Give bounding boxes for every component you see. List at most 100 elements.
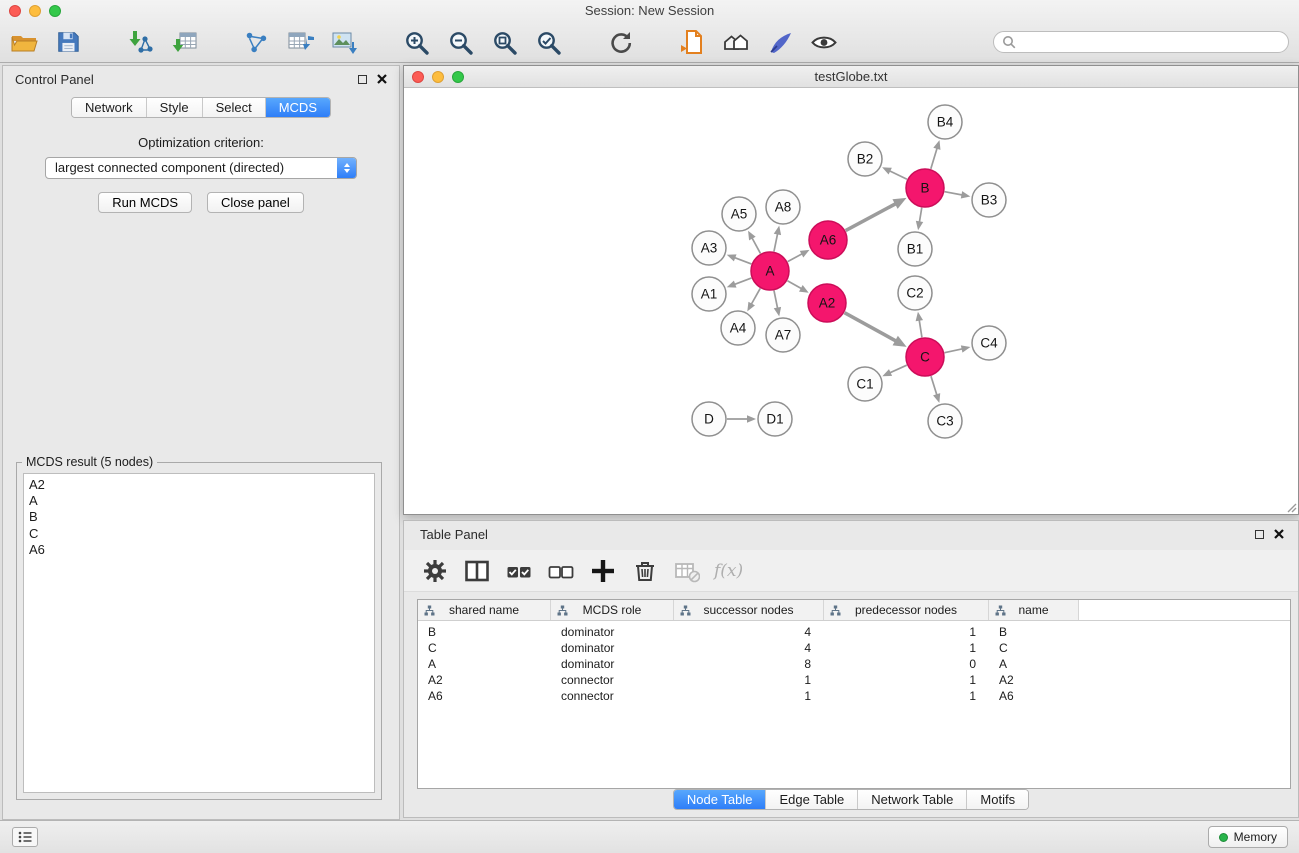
graph-edge-B-B2[interactable] xyxy=(889,171,907,180)
search-input[interactable] xyxy=(1021,35,1280,49)
network-canvas[interactable]: AA6A2BCA5A8A3A1A4A7B2B4B3B1C2C1C4C3DD1 xyxy=(404,88,1298,514)
new-network-icon[interactable] xyxy=(240,25,272,59)
graph-node-A2[interactable]: A2 xyxy=(808,284,846,322)
zoom-in-icon[interactable] xyxy=(400,25,432,59)
save-session-icon[interactable] xyxy=(52,25,84,59)
mcds-result-item[interactable]: A2 xyxy=(29,477,369,493)
graph-node-B2[interactable]: B2 xyxy=(848,142,882,176)
graph-edge-C-C4[interactable] xyxy=(945,349,964,353)
graph-node-C4[interactable]: C4 xyxy=(972,326,1006,360)
column-header-predecessor-nodes[interactable]: predecessor nodes xyxy=(824,600,989,620)
create-column-plus-icon[interactable] xyxy=(588,556,618,586)
zoom-window-button[interactable] xyxy=(49,5,61,17)
tab-network[interactable]: Network xyxy=(72,98,147,117)
home-icon[interactable] xyxy=(720,25,752,59)
graph-node-C1[interactable]: C1 xyxy=(848,367,882,401)
show-column-icon[interactable] xyxy=(462,556,492,586)
close-table-panel-icon[interactable] xyxy=(1274,529,1284,539)
task-history-button[interactable] xyxy=(12,827,38,847)
minimize-network-window-button[interactable] xyxy=(432,71,444,83)
graph-edge-A-A8[interactable] xyxy=(774,233,778,251)
graph-node-A3[interactable]: A3 xyxy=(692,231,726,265)
table-row[interactable]: A2connector11A2 xyxy=(418,672,1290,688)
graph-node-A4[interactable]: A4 xyxy=(721,311,755,345)
mcds-result-item[interactable]: B xyxy=(29,509,369,525)
graph-node-D[interactable]: D xyxy=(692,402,726,436)
show-graphics-details-icon[interactable] xyxy=(808,25,840,59)
refresh-layout-icon[interactable] xyxy=(604,25,636,59)
column-header-name[interactable]: name xyxy=(989,600,1079,620)
graph-edge-A-A5[interactable] xyxy=(752,237,761,253)
graph-node-C3[interactable]: C3 xyxy=(928,404,962,438)
graph-edge-A-A3[interactable] xyxy=(734,257,751,264)
graph-edge-A2-C[interactable] xyxy=(845,313,897,342)
column-header-MCDS-role[interactable]: MCDS role xyxy=(551,600,674,620)
tab-mcds[interactable]: MCDS xyxy=(266,98,330,117)
import-table-from-file-icon[interactable] xyxy=(168,25,200,59)
graph-edge-A-A1[interactable] xyxy=(734,278,751,285)
select-all-columns-icon[interactable] xyxy=(504,556,534,586)
graph-edge-C-C1[interactable] xyxy=(889,365,907,373)
tab-node-table[interactable]: Node Table xyxy=(674,790,767,809)
graph-node-B1[interactable]: B1 xyxy=(898,232,932,266)
column-header-successor-nodes[interactable]: successor nodes xyxy=(674,600,824,620)
graph-node-A[interactable]: A xyxy=(751,252,789,290)
graph-node-B[interactable]: B xyxy=(906,169,944,207)
graph-node-A8[interactable]: A8 xyxy=(766,190,800,224)
mcds-result-item[interactable]: C xyxy=(29,526,369,542)
zoom-selected-icon[interactable] xyxy=(532,25,564,59)
close-panel-icon[interactable] xyxy=(377,74,387,84)
export-table-icon[interactable] xyxy=(284,25,316,59)
zoom-fit-content-icon[interactable] xyxy=(488,25,520,59)
tab-select[interactable]: Select xyxy=(203,98,266,117)
run-mcds-button[interactable]: Run MCDS xyxy=(98,192,192,213)
criterion-dropdown[interactable]: largest connected component (directed) xyxy=(45,157,357,179)
tab-motifs[interactable]: Motifs xyxy=(967,790,1028,809)
open-document-icon[interactable] xyxy=(676,25,708,59)
graph-node-B4[interactable]: B4 xyxy=(928,105,962,139)
graph-node-C2[interactable]: C2 xyxy=(898,276,932,310)
graph-edge-B-B4[interactable] xyxy=(931,147,938,168)
close-window-button[interactable] xyxy=(9,5,21,17)
delete-column-trash-icon[interactable] xyxy=(630,556,660,586)
float-panel-icon[interactable] xyxy=(358,75,367,84)
graph-edge-A-A2[interactable] xyxy=(787,281,802,289)
table-row[interactable]: Adominator80A xyxy=(418,656,1290,672)
graph-edge-B-B1[interactable] xyxy=(919,208,921,223)
import-network-from-file-icon[interactable] xyxy=(124,25,156,59)
table-settings-gear-icon[interactable] xyxy=(420,556,450,586)
graph-edge-C-C3[interactable] xyxy=(931,376,937,396)
graph-node-C[interactable]: C xyxy=(906,338,944,376)
apply-style-icon[interactable] xyxy=(764,25,796,59)
minimize-window-button[interactable] xyxy=(29,5,41,17)
close-panel-button[interactable]: Close panel xyxy=(207,192,304,213)
open-session-icon[interactable] xyxy=(8,25,40,59)
graph-edge-A-A4[interactable] xyxy=(751,288,760,304)
network-window-titlebar[interactable]: testGlobe.txt xyxy=(404,66,1298,88)
graph-node-A1[interactable]: A1 xyxy=(692,277,726,311)
mcds-result-list[interactable]: A2ABCA6 xyxy=(23,473,375,793)
tab-style[interactable]: Style xyxy=(147,98,203,117)
graph-edge-A-A7[interactable] xyxy=(774,291,778,309)
search-field[interactable] xyxy=(993,31,1289,53)
float-table-panel-icon[interactable] xyxy=(1255,530,1264,539)
tab-edge-table[interactable]: Edge Table xyxy=(766,790,858,809)
resize-grip-icon[interactable] xyxy=(1285,501,1297,513)
graph-edge-C-C2[interactable] xyxy=(919,319,922,337)
graph-edge-B-B3[interactable] xyxy=(945,192,963,195)
column-header-shared-name[interactable]: shared name xyxy=(418,600,551,620)
graph-node-A6[interactable]: A6 xyxy=(809,221,847,259)
export-image-icon[interactable] xyxy=(328,25,360,59)
mcds-result-item[interactable]: A6 xyxy=(29,542,369,558)
graph-edge-A6-B[interactable] xyxy=(846,203,897,230)
zoom-network-window-button[interactable] xyxy=(452,71,464,83)
tab-network-table[interactable]: Network Table xyxy=(858,790,967,809)
unselect-all-columns-icon[interactable] xyxy=(546,556,576,586)
graph-node-D1[interactable]: D1 xyxy=(758,402,792,436)
zoom-out-icon[interactable] xyxy=(444,25,476,59)
mcds-result-item[interactable]: A xyxy=(29,493,369,509)
graph-edge-A-A6[interactable] xyxy=(788,253,803,261)
table-row[interactable]: Bdominator41B xyxy=(418,624,1290,640)
memory-button[interactable]: Memory xyxy=(1208,826,1288,848)
close-network-window-button[interactable] xyxy=(412,71,424,83)
